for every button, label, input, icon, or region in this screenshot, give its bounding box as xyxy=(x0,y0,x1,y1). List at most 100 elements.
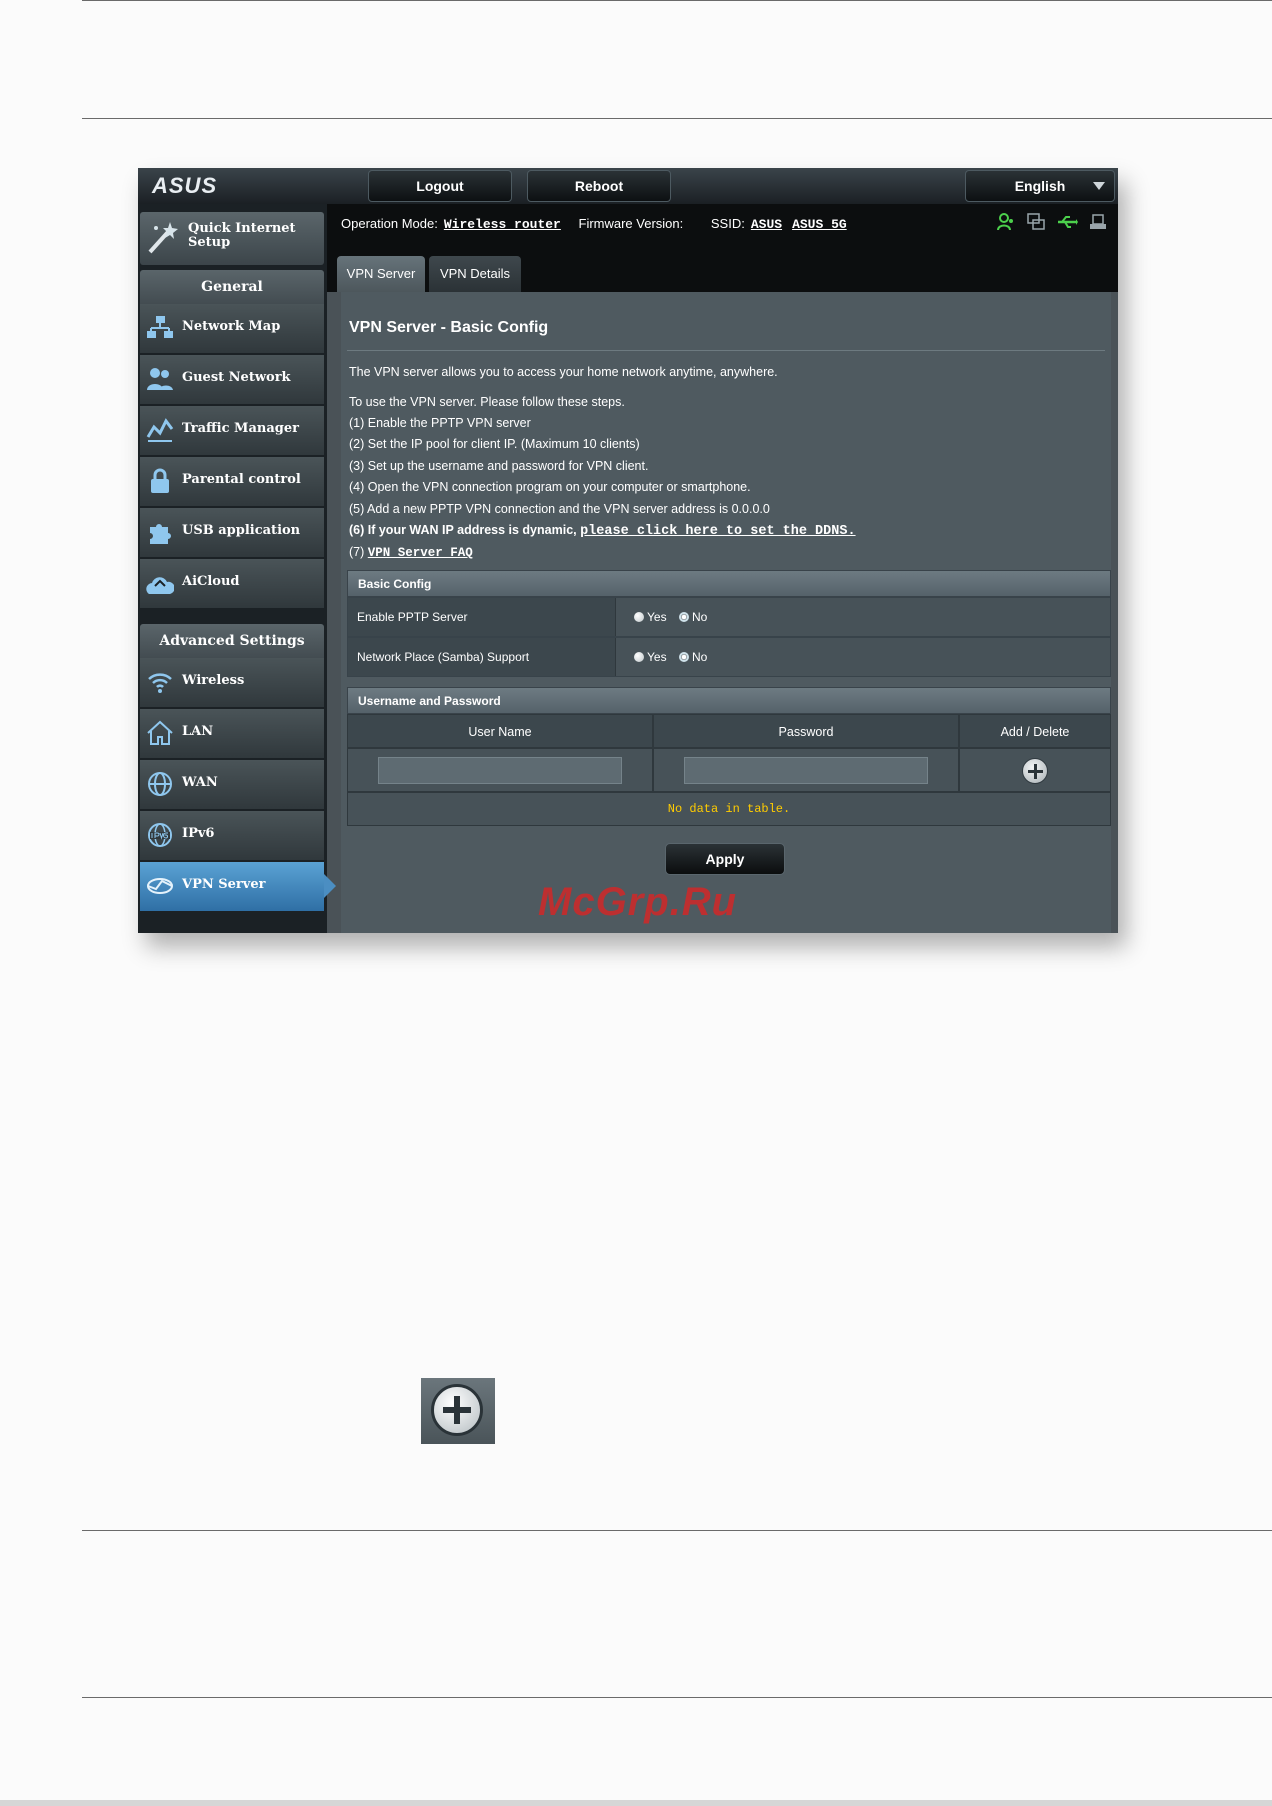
steps-heading: To use the VPN server. Please follow the… xyxy=(349,395,625,409)
vpn-icon xyxy=(147,878,173,894)
status-icons xyxy=(996,212,1108,232)
title-divider xyxy=(347,350,1105,351)
tab-vpn-details[interactable]: VPN Details xyxy=(429,256,521,292)
operation-info-line: Operation Mode: Wireless router Firmware … xyxy=(341,216,861,232)
logout-button[interactable]: Logout xyxy=(368,170,512,202)
samba-no-radio[interactable]: No xyxy=(679,650,707,664)
password-cell xyxy=(653,748,959,792)
sidebar-item-wireless[interactable]: Wireless xyxy=(140,658,324,709)
apply-button[interactable]: Apply xyxy=(665,843,785,875)
column-header-add-delete: Add / Delete xyxy=(959,714,1111,748)
vpn-server-faq-link[interactable]: VPN Server FAQ xyxy=(368,546,473,560)
page-title: VPN Server - Basic Config xyxy=(349,319,549,336)
bottom-band xyxy=(0,1800,1272,1806)
guest-users-icon xyxy=(147,368,173,390)
ipv6-globe-icon xyxy=(148,823,172,847)
radio-label: No xyxy=(692,650,708,664)
add-button-enlarged xyxy=(421,1378,495,1444)
step-4: (4) Open the VPN connection program on y… xyxy=(349,480,751,494)
basic-config-header: Basic Config xyxy=(347,570,1111,597)
router-ui-screenshot: ASUS Logout Reboot English Quick Interne… xyxy=(138,168,1118,933)
sidebar-item-label: IPv6 xyxy=(182,826,215,841)
sidebar-item-lan[interactable]: LAN xyxy=(140,709,324,760)
sidebar-item-parental-control[interactable]: Parental control xyxy=(140,457,324,508)
radio-off-icon xyxy=(634,612,644,622)
lock-icon xyxy=(151,468,169,493)
operation-mode-label: Operation Mode: xyxy=(341,216,438,231)
sidebar-item-traffic-manager[interactable]: Traffic Manager xyxy=(140,406,324,457)
sidebar-item-vpn-server[interactable]: VPN Server xyxy=(140,862,336,913)
asus-logo: ASUS xyxy=(152,173,218,198)
main-content: VPN Server - Basic Config The VPN server… xyxy=(341,292,1111,933)
sidebar-item-guest-network[interactable]: Guest Network xyxy=(140,355,324,406)
sidebar-item-label: VPN Server xyxy=(182,877,266,892)
language-value: English xyxy=(1014,178,1066,194)
header-rule xyxy=(82,118,1272,119)
samba-support-label: Network Place (Samba) Support xyxy=(348,638,616,676)
chevron-down-icon xyxy=(1093,182,1105,190)
watermark: McGrp.Ru xyxy=(538,880,738,924)
intro-text: The VPN server allows you to access your… xyxy=(349,365,778,379)
client-status-icon[interactable] xyxy=(996,212,1016,232)
sidebar-item-label: Wireless xyxy=(182,673,245,688)
column-header-user-name: User Name xyxy=(347,714,653,748)
wifi-icon xyxy=(148,673,172,693)
add-delete-cell xyxy=(959,748,1111,792)
password-input[interactable] xyxy=(684,757,928,784)
sidebar-item-label: AiCloud xyxy=(182,574,240,589)
ddns-link[interactable]: please click here to set the DDNS. xyxy=(580,524,855,539)
radio-label: Yes xyxy=(647,610,667,624)
sidebar-item-label: Network Map xyxy=(182,319,281,334)
user-name-input[interactable] xyxy=(378,757,622,784)
operation-mode-link[interactable]: Wireless router xyxy=(444,217,561,232)
ssid-link-asus[interactable]: ASUS xyxy=(751,217,782,232)
quick-internet-setup-button[interactable]: Quick Internet Setup xyxy=(140,212,324,265)
top-rule xyxy=(82,0,1272,1)
sidebar-item-label: LAN xyxy=(182,724,214,739)
copy-status-icon[interactable] xyxy=(1026,212,1046,232)
firmware-version-label: Firmware Version: xyxy=(578,216,684,231)
enable-pptp-row: Enable PPTP Server Yes No xyxy=(347,597,1111,637)
radio-label: No xyxy=(692,610,708,624)
no-data-message: No data in table. xyxy=(347,792,1111,826)
radio-on-icon xyxy=(679,612,689,622)
sidebar: Quick Internet Setup General Network Map… xyxy=(138,204,336,933)
step-2: (2) Set the IP pool for client IP. (Maxi… xyxy=(349,437,640,451)
language-select[interactable]: English xyxy=(965,170,1115,202)
samba-yes-radio[interactable]: Yes xyxy=(634,650,667,664)
samba-support-row: Network Place (Samba) Support Yes No xyxy=(347,637,1111,677)
step-5: (5) Add a new PPTP VPN connection and th… xyxy=(349,502,770,516)
reboot-button[interactable]: Reboot xyxy=(527,170,671,202)
home-icon xyxy=(147,720,173,745)
step-3: (3) Set up the username and password for… xyxy=(349,459,649,473)
add-plus-icon xyxy=(431,1384,483,1436)
step-6-text: (6) If your WAN IP address is dynamic, xyxy=(349,523,577,537)
sidebar-item-wan[interactable]: WAN xyxy=(140,760,324,811)
step-6: (6) If your WAN IP address is dynamic, p… xyxy=(349,523,856,539)
step-7-text: (7) xyxy=(349,545,365,559)
network-map-icon xyxy=(147,316,173,338)
user-name-cell xyxy=(347,748,653,792)
radio-on-icon xyxy=(679,652,689,662)
pptp-no-radio[interactable]: No xyxy=(679,610,707,624)
footer-rule-1 xyxy=(82,1530,1272,1531)
printer-status-icon[interactable] xyxy=(1088,212,1108,232)
ssid-link-asus-5g[interactable]: ASUS_5G xyxy=(792,217,847,232)
header-strip: Operation Mode: Wireless router Firmware … xyxy=(327,204,1118,292)
top-bar: ASUS Logout Reboot English xyxy=(138,168,1118,204)
add-plus-icon[interactable] xyxy=(1022,758,1048,784)
cloud-house-icon xyxy=(146,577,174,594)
step-1: (1) Enable the PPTP VPN server xyxy=(349,416,531,430)
sidebar-item-usb-application[interactable]: USB application xyxy=(140,508,324,559)
sidebar-item-aicloud[interactable]: AiCloud xyxy=(140,559,324,610)
usb-status-icon[interactable] xyxy=(1056,212,1078,232)
pptp-yes-radio[interactable]: Yes xyxy=(634,610,667,624)
ssid-label: SSID: xyxy=(710,216,745,231)
advanced-settings-section-header: Advanced Settings xyxy=(140,624,324,658)
sidebar-item-network-map[interactable]: Network Map xyxy=(140,304,324,355)
general-section-header: General xyxy=(140,270,324,304)
step-7: (7) VPN Server FAQ xyxy=(349,545,473,560)
sidebar-item-ipv6[interactable]: IPv6 xyxy=(140,811,324,862)
tab-vpn-server[interactable]: VPN Server xyxy=(337,256,425,292)
puzzle-icon xyxy=(150,524,171,544)
